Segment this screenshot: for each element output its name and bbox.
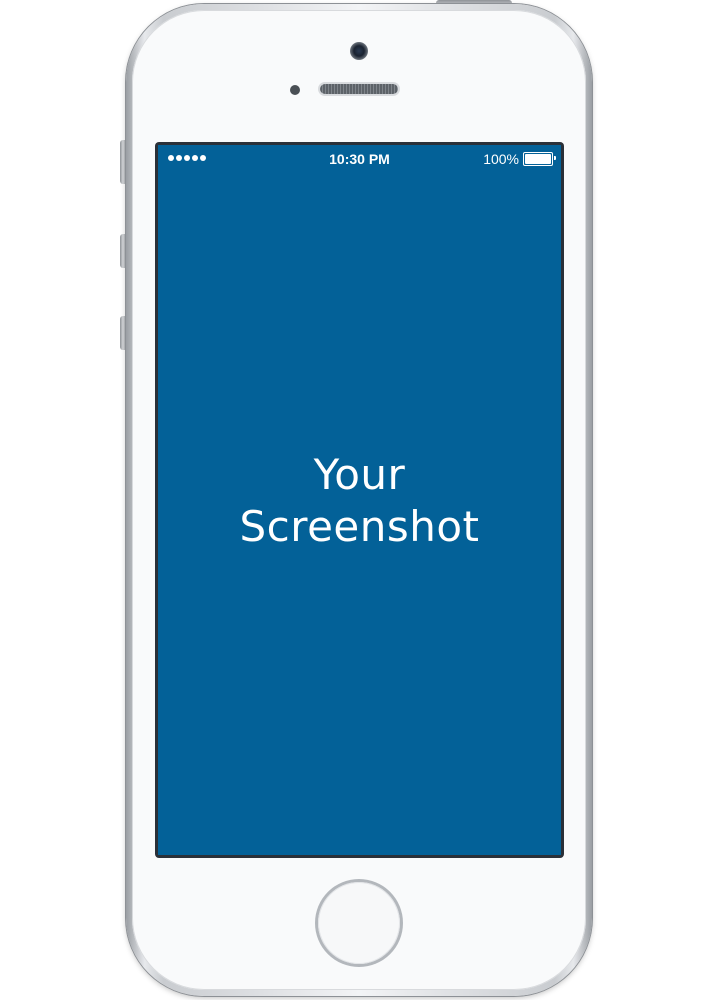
status-bar: 10:30 PM 100%	[158, 145, 561, 173]
placeholder-line-2: Screenshot	[239, 502, 480, 551]
placeholder-line-1: Your	[313, 450, 406, 499]
battery-indicator: 100%	[483, 151, 556, 167]
proximity-sensor-icon	[290, 85, 300, 95]
home-button[interactable]	[318, 882, 400, 964]
screenshot-placeholder: Your Screenshot	[158, 449, 561, 553]
battery-tip	[554, 156, 556, 160]
front-camera-icon	[350, 42, 368, 60]
phone-screen: 10:30 PM 100% Your Screenshot	[155, 142, 564, 858]
screen-content: 10:30 PM 100% Your Screenshot	[158, 145, 561, 855]
battery-percent: 100%	[483, 151, 519, 167]
battery-fill	[525, 154, 551, 164]
stage: 10:30 PM 100% Your Screenshot	[0, 0, 716, 1000]
battery-icon	[523, 152, 556, 166]
earpiece-speaker-icon	[320, 84, 398, 94]
